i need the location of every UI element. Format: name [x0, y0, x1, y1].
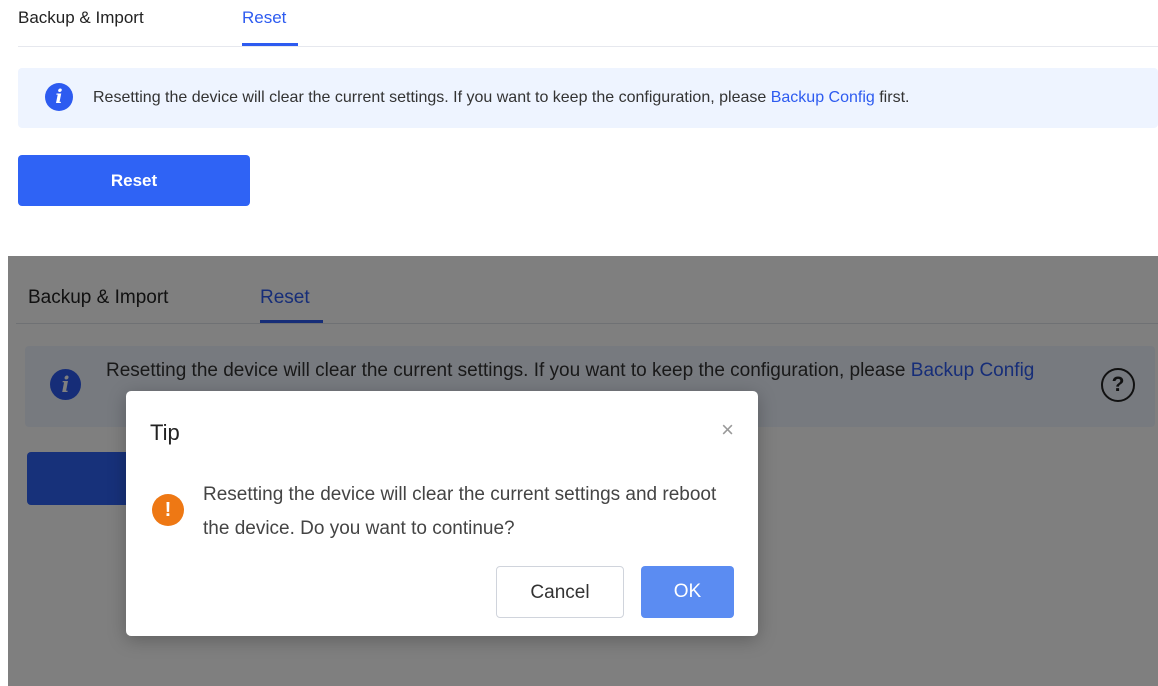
backup-config-link[interactable]: Backup Config [771, 89, 875, 106]
tab-bar: Backup & Import Reset [18, 0, 1158, 47]
cancel-button[interactable]: Cancel [496, 566, 624, 618]
ok-button[interactable]: OK [641, 566, 734, 618]
active-tab-indicator [242, 43, 298, 46]
warning-icon: ! [152, 494, 184, 526]
info-alert: i Resetting the device will clear the cu… [18, 68, 1158, 128]
tab-backup-import[interactable]: Backup & Import [18, 7, 144, 29]
alert-suffix: first. [879, 89, 910, 106]
reset-button[interactable]: Reset [18, 155, 250, 206]
dialog-title: Tip [150, 420, 180, 445]
alert-text: Resetting the device will clear the curr… [93, 89, 767, 106]
close-icon[interactable]: × [721, 417, 734, 443]
info-icon: i [45, 83, 73, 111]
reset-page-with-dialog: Backup & Import Reset i Resetting the de… [8, 256, 1158, 686]
reset-page-normal: Backup & Import Reset i Resetting the de… [0, 0, 1158, 230]
tab-reset[interactable]: Reset [242, 7, 286, 29]
tip-dialog: Tip × ! Resetting the device will clear … [126, 391, 758, 636]
dialog-message: Resetting the device will clear the curr… [203, 484, 717, 539]
alert-message: Resetting the device will clear the curr… [93, 87, 909, 109]
